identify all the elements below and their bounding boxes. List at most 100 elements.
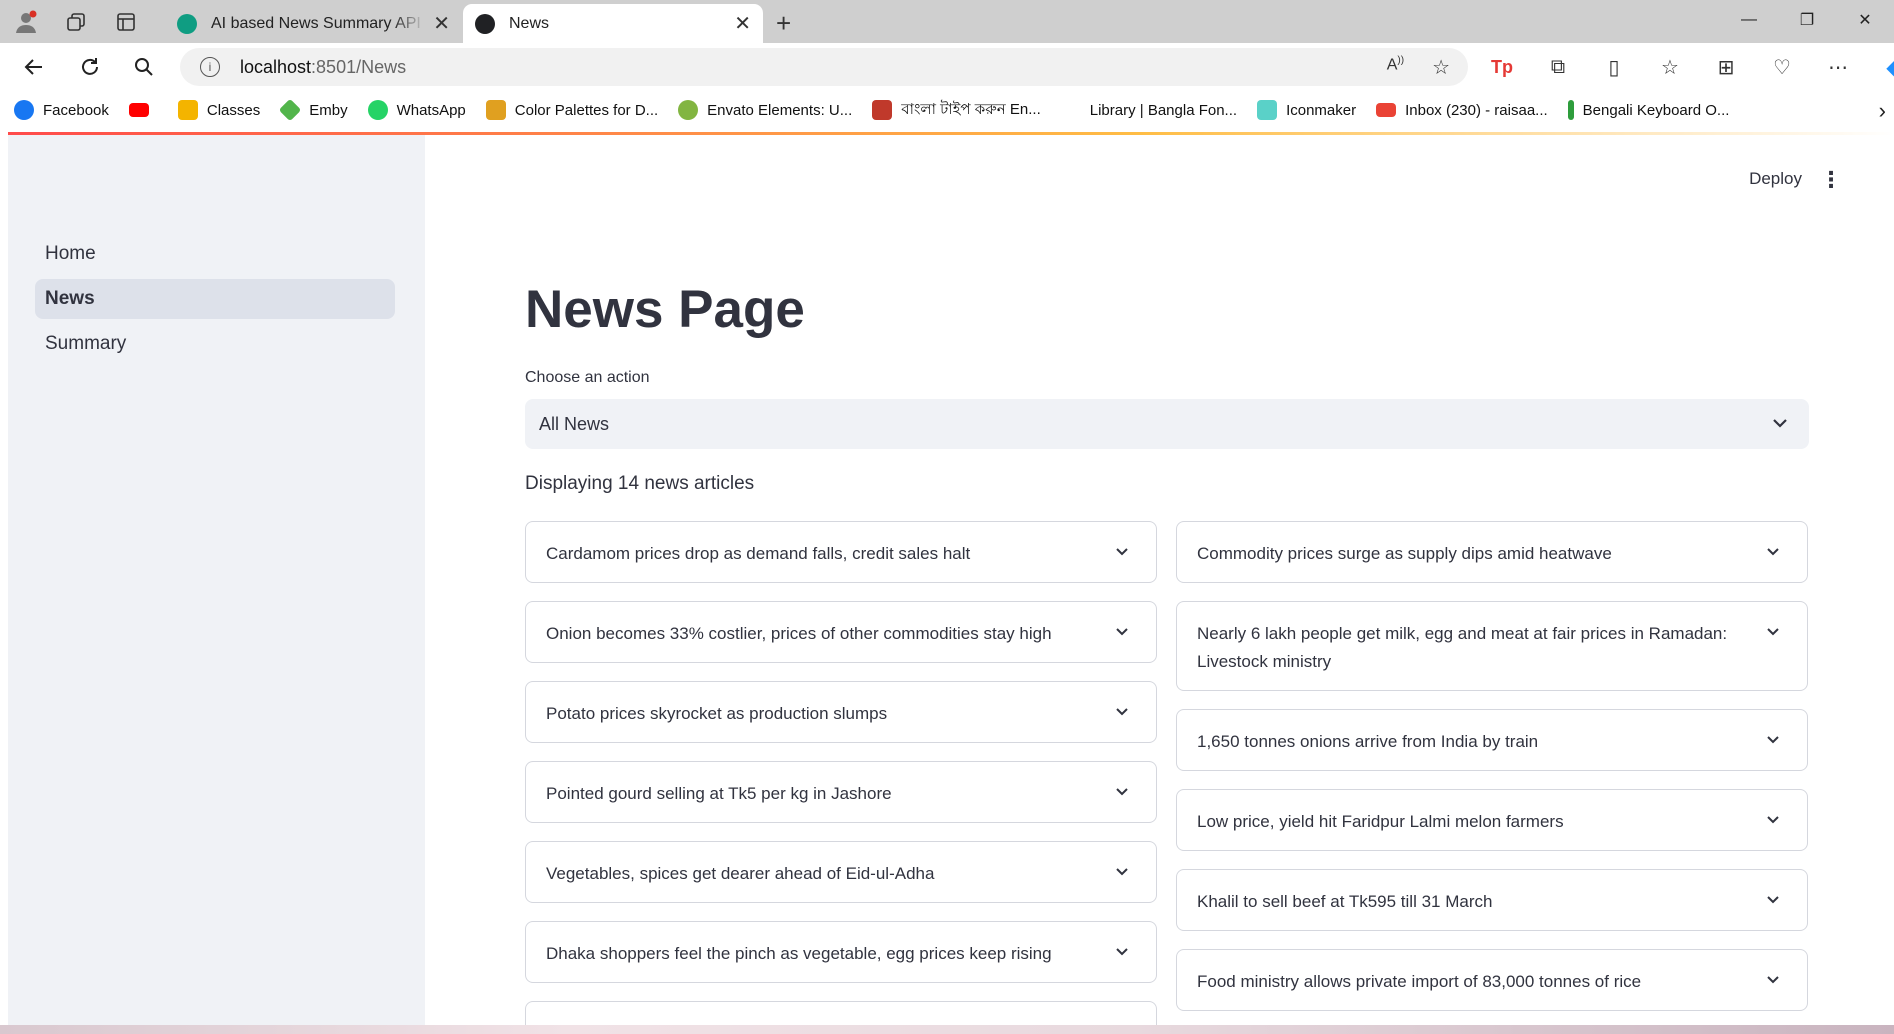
article-expander[interactable]: Nearly 6 lakh people get milk, egg and m… [1176, 601, 1808, 691]
window-controls: — ❐ ✕ [1720, 0, 1894, 40]
bookmark-gmail-inbox[interactable]: Inbox (230) - raisaa... [1376, 102, 1548, 119]
bookmark-envato[interactable]: Envato Elements: U... [678, 100, 852, 120]
copilot-icon[interactable]: ◆ [1878, 53, 1894, 81]
article-title: Low price, yield hit Faridpur Lalmi melo… [1197, 812, 1564, 831]
article-expander[interactable]: Pointed gourd selling at Tk5 per kg in J… [525, 761, 1157, 823]
bookmark-label: Inbox (230) - raisaa... [1405, 101, 1548, 119]
restore-icon[interactable]: ❐ [1778, 0, 1836, 40]
deploy-button[interactable]: Deploy [1749, 169, 1802, 189]
sidebar-item-label: News [45, 288, 95, 309]
tab-news-summary-api[interactable]: AI based News Summary API - Sw ✕ [165, 4, 462, 43]
chevron-down-icon [1116, 868, 1128, 876]
favorites-icon[interactable]: ☆ [1654, 53, 1686, 81]
article-expander[interactable]: Low price, yield hit Faridpur Lalmi melo… [1176, 789, 1808, 851]
url-host: localhost [240, 56, 312, 77]
chevron-down-icon [1116, 548, 1128, 556]
article-expander[interactable]: Vegetables, spices get dearer ahead of E… [525, 841, 1157, 903]
bookmark-color-palettes[interactable]: Color Palettes for D... [485, 100, 659, 120]
select-value: All News [539, 413, 610, 434]
sidebar-item-home[interactable]: Home [35, 234, 395, 274]
bookmark-bengali-keyboard[interactable]: Bengali Keyboard O... [1567, 100, 1730, 120]
article-expander[interactable]: Onion becomes 33% costlier, prices of ot… [525, 601, 1157, 663]
workspaces-icon[interactable] [62, 8, 90, 36]
collections-icon[interactable]: ⊞ [1710, 53, 1742, 81]
youtube-icon [128, 103, 149, 117]
article-expander[interactable]: Dhaka shoppers feel the pinch as vegetab… [525, 921, 1157, 983]
article-expander[interactable]: Commodity prices surge as supply dips am… [1176, 521, 1808, 583]
bookmark-label: Envato Elements: U... [707, 101, 853, 119]
emby-icon [278, 98, 302, 122]
article-expander[interactable]: Food ministry allows private import of 8… [1176, 949, 1808, 1011]
facebook-icon [14, 100, 34, 120]
url-input[interactable]: i localhost:8501/News A)) ☆ [180, 48, 1468, 86]
profile-icon[interactable] [12, 8, 40, 36]
bangla-type-icon [872, 100, 893, 120]
bookmarks-bar: Facebook Classes Emby WhatsApp Color Pal… [0, 90, 1894, 130]
extension-tp-icon[interactable]: Tp [1486, 53, 1518, 81]
sidebar-item-news[interactable]: News [35, 279, 395, 319]
swagger-favicon-icon [177, 13, 197, 34]
bookmark-label: Library | Bangla Fon... [1089, 101, 1238, 119]
article-title: Commodity prices surge as supply dips am… [1197, 544, 1612, 563]
chevron-down-icon [1767, 976, 1779, 984]
tab-news[interactable]: News ✕ [463, 4, 763, 43]
bookmark-bangla-font-library[interactable]: Library | Bangla Fon... [1060, 100, 1238, 120]
bookmark-whatsapp[interactable]: WhatsApp [367, 100, 466, 120]
gmail-icon [1376, 103, 1397, 117]
app-sidebar: Home News Summary [8, 135, 425, 1025]
read-aloud-icon[interactable]: A)) [1387, 55, 1404, 80]
tab-close-icon[interactable]: ✕ [734, 11, 751, 36]
article-expander[interactable]: Cardamom prices drop as demand falls, cr… [525, 521, 1157, 583]
favorite-star-icon[interactable]: ☆ [1432, 55, 1450, 80]
bookmarks-overflow-chevron-icon[interactable]: › [1879, 98, 1886, 124]
chevron-down-icon [1767, 736, 1779, 744]
chevron-down-icon [1767, 816, 1779, 824]
bookmark-emby[interactable]: Emby [278, 98, 348, 122]
close-window-icon[interactable]: ✕ [1836, 0, 1894, 40]
search-icon[interactable] [128, 51, 160, 83]
bengali-keyboard-icon [1567, 100, 1574, 120]
bookmark-label: Bengali Keyboard O... [1582, 101, 1730, 119]
streamlit-favicon-icon [475, 13, 495, 34]
back-icon[interactable] [18, 51, 50, 83]
bookmark-iconmaker[interactable]: Iconmaker [1257, 100, 1356, 120]
whatsapp-icon [367, 100, 388, 120]
bookmark-bangla-type[interactable]: বাংলা টাইপ করুন En... [872, 98, 1041, 123]
chevron-down-icon [1767, 548, 1779, 556]
refresh-icon[interactable] [74, 51, 106, 83]
split-screen-icon[interactable]: ▯ [1598, 53, 1630, 81]
article-expander[interactable]: Potato prices skyrocket as production sl… [525, 681, 1157, 743]
tab-label: AI based News Summary API - Sw [211, 14, 425, 32]
article-expander[interactable]: Khalil to sell beef at Tk595 till 31 Mar… [1176, 869, 1808, 931]
color-palettes-icon [485, 100, 506, 120]
bookmark-label: WhatsApp [396, 101, 466, 119]
site-info-icon[interactable]: i [200, 57, 220, 77]
article-title: Dhaka shoppers feel the pinch as vegetab… [546, 944, 1052, 963]
chevron-down-icon [1116, 708, 1128, 716]
bookmark-classes[interactable]: Classes [177, 100, 261, 120]
article-expander-partial[interactable] [525, 1001, 1157, 1025]
kebab-icon[interactable]: ⋮ [1820, 167, 1842, 193]
bookmark-label: Color Palettes for D... [514, 101, 659, 119]
extensions-icon[interactable]: ⧉ [1542, 53, 1574, 81]
article-title: Vegetables, spices get dearer ahead of E… [546, 864, 935, 883]
article-expander[interactable]: 1,650 tonnes onions arrive from India by… [1176, 709, 1808, 771]
performance-icon[interactable]: ♡ [1766, 53, 1798, 81]
bookmark-label: Classes [206, 101, 261, 119]
article-title: Food ministry allows private import of 8… [1197, 972, 1642, 991]
minimize-icon[interactable]: — [1720, 0, 1778, 40]
bookmark-youtube[interactable] [128, 103, 158, 117]
bookmark-facebook[interactable]: Facebook [14, 100, 109, 120]
chevron-down-icon [1116, 788, 1128, 796]
chevron-down-icon [1116, 628, 1128, 636]
article-title: Pointed gourd selling at Tk5 per kg in J… [546, 784, 892, 803]
tab-close-icon[interactable]: ✕ [433, 11, 450, 36]
new-tab-icon[interactable]: + [776, 8, 791, 39]
library-icon [1060, 100, 1081, 120]
more-options-icon[interactable]: ⋯ [1822, 53, 1854, 81]
vertical-tabs-icon[interactable] [112, 8, 140, 36]
action-select[interactable]: All News [525, 399, 1809, 449]
sidebar-item-summary[interactable]: Summary [35, 324, 395, 364]
chevron-down-icon [1116, 948, 1128, 956]
bookmark-label: Emby [309, 101, 348, 119]
